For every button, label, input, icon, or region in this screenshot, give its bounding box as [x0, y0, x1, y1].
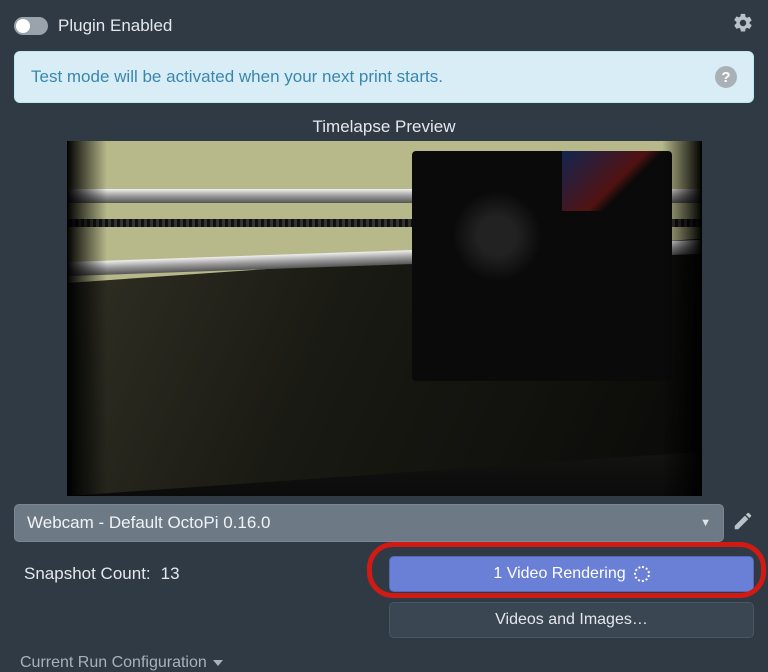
timelapse-preview-image [67, 141, 702, 496]
toggle-switch-icon [14, 17, 48, 35]
spinner-icon [634, 566, 650, 582]
edit-camera-button[interactable] [732, 510, 754, 537]
snapshot-count: Snapshot Count: 13 [24, 556, 180, 584]
caret-down-icon [213, 660, 223, 666]
chevron-down-icon: ▼ [700, 517, 711, 529]
gear-icon [732, 12, 754, 34]
video-rendering-label: 1 Video Rendering [493, 565, 625, 583]
snapshot-count-value: 13 [161, 564, 180, 584]
preview-title: Timelapse Preview [14, 117, 754, 137]
videos-and-images-button[interactable]: Videos and Images… [389, 602, 754, 638]
camera-select-value: Webcam - Default OctoPi 0.16.0 [27, 513, 270, 533]
plugin-enabled-label: Plugin Enabled [58, 16, 172, 36]
camera-select[interactable]: Webcam - Default OctoPi 0.16.0 ▼ [14, 504, 724, 542]
settings-button[interactable] [732, 12, 754, 39]
pencil-icon [732, 510, 754, 532]
run-configuration-toggle[interactable]: Current Run Configuration [14, 654, 754, 672]
info-banner-text: Test mode will be activated when your ne… [31, 67, 443, 87]
videos-and-images-label: Videos and Images… [495, 611, 648, 629]
run-configuration-label: Current Run Configuration [20, 654, 207, 672]
snapshot-count-label: Snapshot Count: [24, 564, 151, 584]
info-banner: Test mode will be activated when your ne… [14, 51, 754, 103]
video-rendering-button[interactable]: 1 Video Rendering [389, 556, 754, 592]
help-button[interactable]: ? [715, 66, 737, 88]
plugin-enabled-toggle[interactable]: Plugin Enabled [14, 16, 172, 36]
